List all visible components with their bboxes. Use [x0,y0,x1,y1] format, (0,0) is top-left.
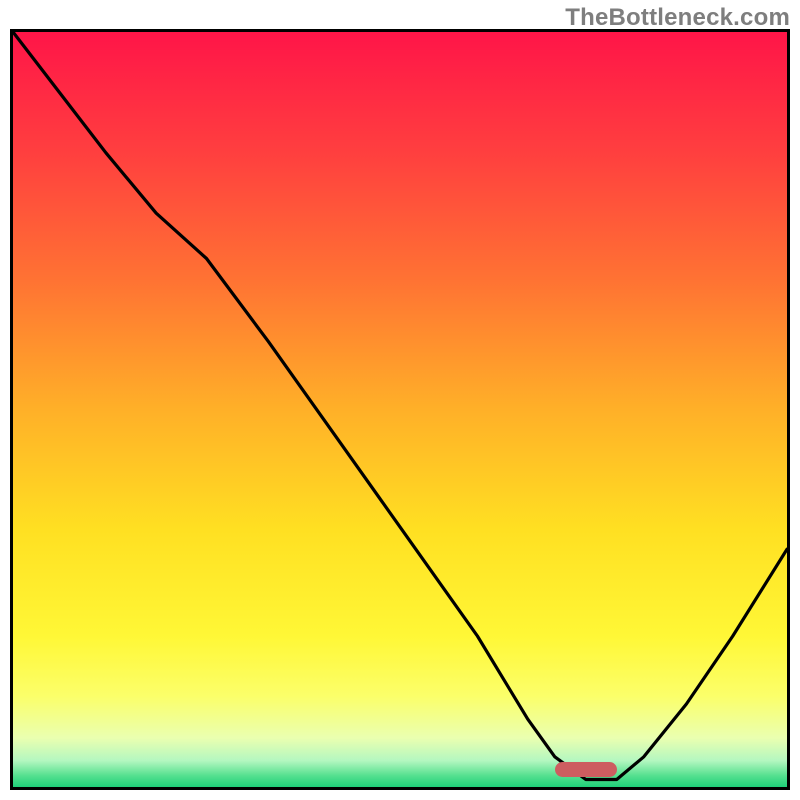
bottleneck-curve [13,32,787,787]
optimal-range-marker [555,762,617,777]
chart-canvas: TheBottleneck.com [0,0,800,800]
plot-frame [10,29,790,790]
watermark-text: TheBottleneck.com [565,4,790,32]
